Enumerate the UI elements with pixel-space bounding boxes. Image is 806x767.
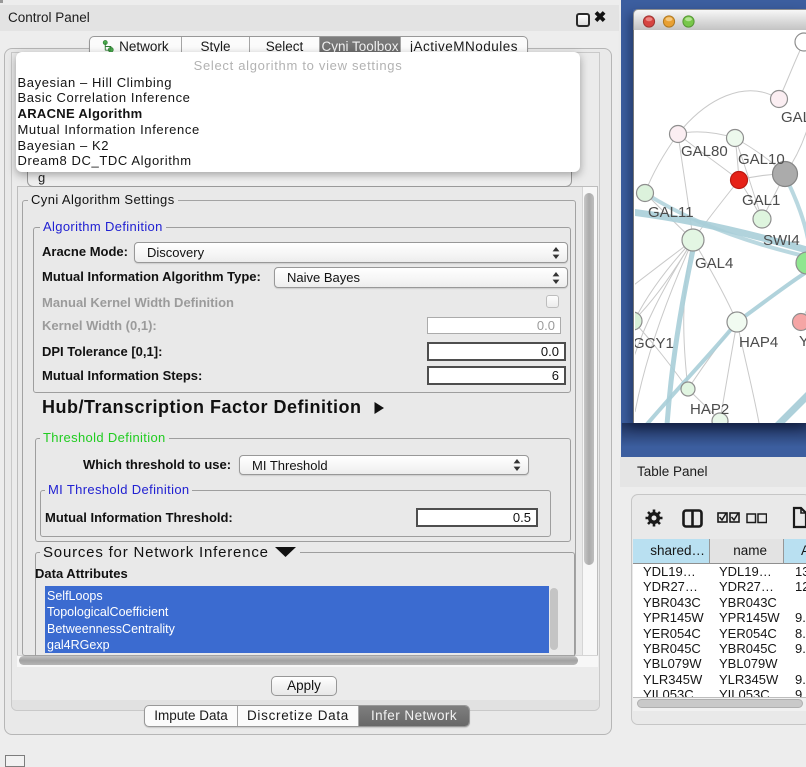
svg-text:GAL7: GAL7 <box>781 109 806 126</box>
svg-text:GCY1: GCY1 <box>635 335 674 352</box>
svg-text:GAL80: GAL80 <box>681 143 728 160</box>
svg-text:GAL10: GAL10 <box>738 151 785 168</box>
svg-text:HAP4: HAP4 <box>739 334 778 351</box>
svg-text:Y: Y <box>799 333 806 350</box>
svg-text:GAL1: GAL1 <box>742 192 780 209</box>
svg-text:SWI4: SWI4 <box>763 232 800 249</box>
svg-text:HAP2: HAP2 <box>690 401 729 418</box>
svg-text:GAL4: GAL4 <box>695 255 733 272</box>
svg-text:GAL11: GAL11 <box>648 204 694 221</box>
